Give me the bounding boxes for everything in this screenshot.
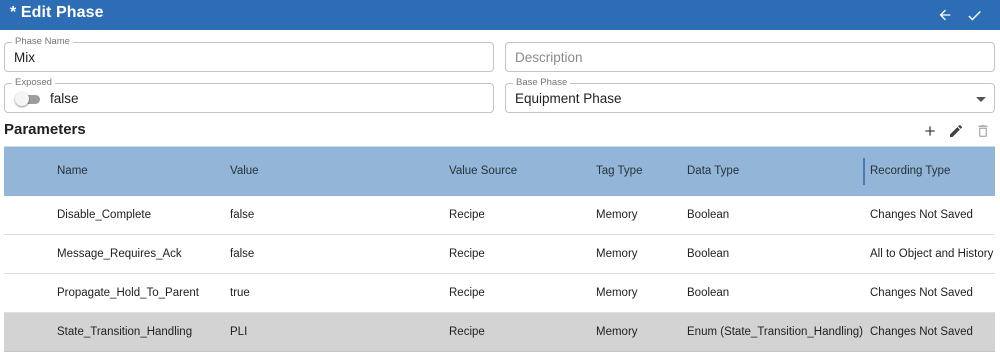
column-header-value[interactable]: Value [230, 165, 259, 177]
cell-recording-type: Changes Not Saved [870, 326, 973, 338]
base-phase-label: Base Phase [513, 77, 571, 89]
toggle-thumb [15, 92, 29, 106]
cell-value-source: Recipe [449, 287, 485, 299]
cell-recording-type: Changes Not Saved [870, 209, 973, 221]
table-row-selected[interactable]: State_Transition_Handling PLI Recipe Mem… [4, 313, 995, 352]
base-phase-select[interactable]: Base Phase Equipment Phase [505, 77, 995, 113]
column-resize-handle[interactable] [863, 158, 865, 185]
cell-tag-type: Memory [596, 326, 638, 338]
cell-recording-type: Changes Not Saved [870, 287, 973, 299]
cell-name: Disable_Complete [57, 209, 151, 221]
cell-value: true [230, 287, 250, 299]
cell-value-source: Recipe [449, 209, 485, 221]
column-header-recording-type[interactable]: Recording Type [870, 165, 950, 177]
cell-tag-type: Memory [596, 287, 638, 299]
confirm-button[interactable] [963, 4, 985, 26]
cell-data-type: Boolean [687, 209, 730, 221]
parameters-table: Name Value Value Source Tag Type Data Ty… [4, 146, 995, 352]
table-row[interactable]: Message_Requires_Ack false Recipe Memory… [4, 235, 995, 274]
table-row[interactable]: Propagate_Hold_To_Parent true Recipe Mem… [4, 274, 995, 313]
cell-value: PLI [230, 326, 248, 338]
cell-tag-type: Memory [596, 209, 638, 221]
cell-data-type: Boolean [687, 248, 730, 260]
exposed-toggle[interactable] [15, 92, 41, 106]
column-header-data-type[interactable]: Data Type [687, 165, 739, 177]
description-field[interactable]: Description [505, 42, 995, 72]
exposed-label: Exposed [12, 77, 55, 89]
phase-name-value: Mix [14, 50, 35, 65]
table-row[interactable]: Disable_Complete false Recipe Memory Boo… [4, 196, 995, 235]
parameters-title: Parameters [4, 121, 86, 138]
page-title: * Edit Phase [10, 4, 104, 21]
plus-icon [925, 126, 935, 136]
cell-name: Propagate_Hold_To_Parent [57, 287, 199, 299]
title-bar: * Edit Phase [0, 0, 1000, 30]
cell-name: State_Transition_Handling [57, 326, 193, 338]
column-header-name[interactable]: Name [57, 165, 88, 177]
cell-recording-type: All to Object and History [870, 248, 994, 260]
column-header-value-source[interactable]: Value Source [449, 165, 517, 177]
phase-name-label: Phase Name [12, 36, 73, 48]
back-button[interactable] [934, 4, 956, 26]
add-parameter-button[interactable] [920, 121, 940, 141]
cell-name: Message_Requires_Ack [57, 248, 182, 260]
column-header-tag-type[interactable]: Tag Type [596, 165, 642, 177]
table-header: Name Value Value Source Tag Type Data Ty… [4, 146, 995, 196]
trash-icon [978, 125, 988, 137]
cell-value-source: Recipe [449, 326, 485, 338]
check-icon [967, 10, 981, 20]
exposed-field: Exposed false [4, 77, 494, 113]
description-placeholder: Description [515, 50, 583, 65]
cell-data-type: Boolean [687, 287, 730, 299]
cell-tag-type: Memory [596, 248, 638, 260]
delete-parameter-button[interactable] [973, 121, 993, 141]
cell-value: false [230, 248, 255, 260]
cell-value: false [230, 209, 255, 221]
pencil-icon [950, 124, 963, 137]
chevron-down-icon [976, 97, 986, 102]
cell-value-source: Recipe [449, 248, 485, 260]
cell-data-type: Enum (State_Transition_Handling) [687, 326, 863, 338]
phase-name-field[interactable]: Phase Name Mix [4, 36, 494, 72]
arrow-left-icon [939, 9, 951, 21]
edit-parameter-button[interactable] [946, 121, 966, 141]
exposed-value: false [50, 91, 79, 106]
base-phase-value: Equipment Phase [515, 91, 622, 106]
